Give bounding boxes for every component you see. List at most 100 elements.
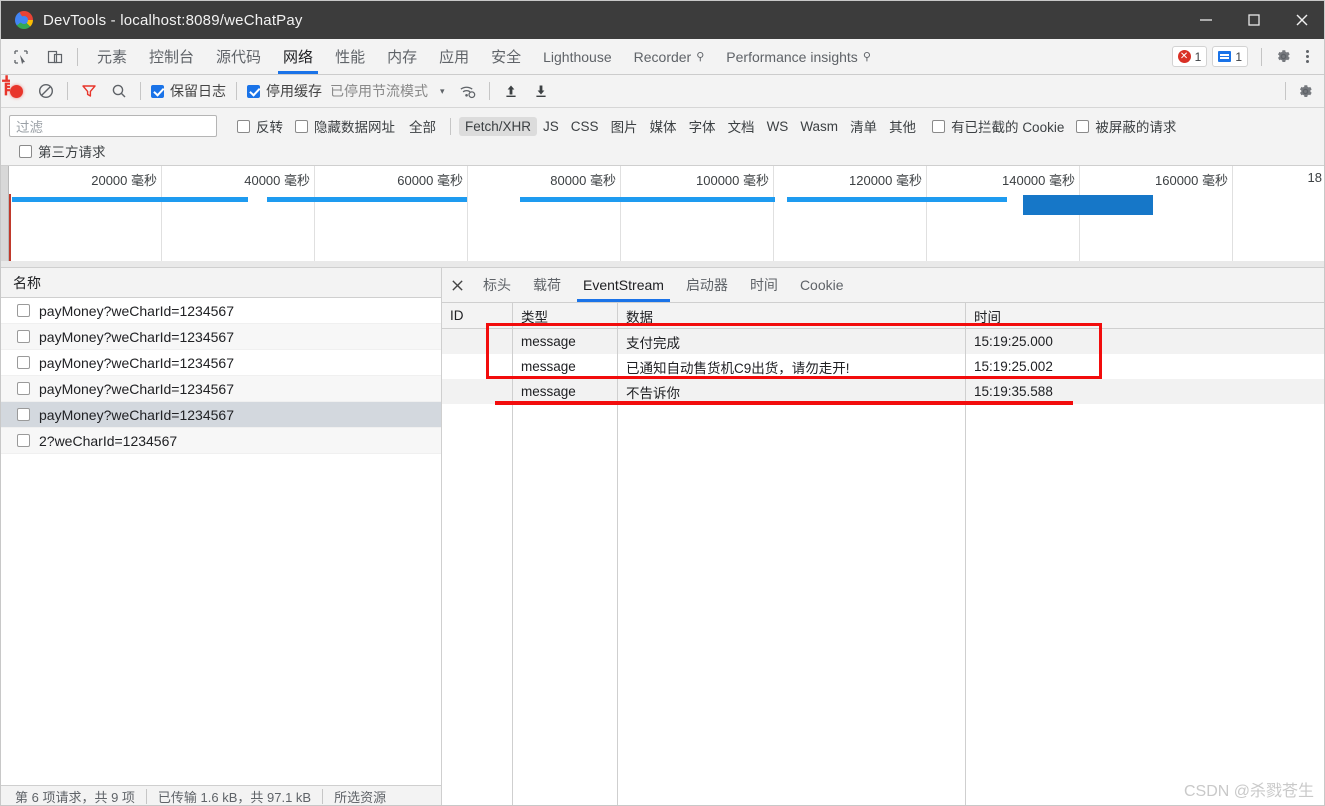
request-row[interactable]: payMoney?weCharId=1234567	[1, 376, 441, 402]
tab-sources[interactable]: 源代码	[205, 39, 272, 74]
network-settings-gear-icon[interactable]	[1292, 83, 1318, 100]
third-party-label: 第三方请求	[38, 145, 106, 160]
close-button[interactable]	[1278, 1, 1324, 39]
eventstream-row[interactable]: message 已通知自动售货机C9出货，请勿走开! 15:19:25.002	[442, 354, 1324, 379]
tab-label: Lighthouse	[543, 48, 612, 65]
hide-data-urls-checkbox[interactable]: 隐藏数据网址	[295, 116, 395, 136]
request-row[interactable]: payMoney?weCharId=1234567	[1, 298, 441, 324]
experiment-flask-icon: ⚲	[862, 51, 871, 63]
cell-id	[442, 379, 512, 404]
close-panel-icon[interactable]	[442, 268, 472, 302]
tab-network[interactable]: 网络	[272, 39, 324, 74]
search-icon[interactable]	[104, 77, 134, 105]
cell-id	[442, 329, 512, 354]
column-header-data[interactable]: 数据	[617, 303, 965, 328]
network-toolbar-right	[1279, 82, 1324, 100]
request-row[interactable]: payMoney?weCharId=1234567	[1, 324, 441, 350]
tab-security[interactable]: 安全	[480, 39, 532, 74]
type-filter-all[interactable]: 全部	[403, 114, 442, 138]
tab-application[interactable]: 应用	[428, 39, 480, 74]
filter-input[interactable]: 过滤	[9, 115, 217, 137]
type-filter-css[interactable]: CSS	[565, 117, 605, 136]
third-party-checkbox[interactable]: 第三方请求	[19, 141, 106, 161]
message-count-badge[interactable]: 1	[1212, 46, 1248, 67]
request-detail-panel: 标头 载荷 EventStream 启动器 时间 Cookie ID 类型 数据…	[442, 268, 1324, 805]
request-column-header[interactable]: 名称	[1, 268, 441, 298]
tab-timing[interactable]: 时间	[739, 268, 789, 302]
filter-row-secondary: 第三方请求	[1, 138, 1324, 164]
request-name: payMoney?weCharId=1234567	[39, 302, 234, 319]
tab-cookies[interactable]: Cookie	[789, 268, 855, 302]
request-checkbox[interactable]	[17, 382, 30, 395]
tab-initiator[interactable]: 启动器	[675, 268, 739, 302]
tab-performance-insights[interactable]: Performance insights ⚲	[715, 39, 882, 74]
maximize-button[interactable]	[1230, 1, 1278, 39]
column-header-type[interactable]: 类型	[512, 303, 617, 328]
chevron-down-icon[interactable]: ▾	[432, 86, 453, 97]
type-filter-other[interactable]: 其他	[883, 114, 922, 138]
cell-time: 15:19:35.588	[965, 379, 1324, 404]
tab-headers[interactable]: 标头	[472, 268, 522, 302]
tab-lighthouse[interactable]: Lighthouse	[532, 39, 623, 74]
title-bar: DevTools - localhost:8089/weChatPay	[1, 1, 1324, 39]
type-filter-img[interactable]: 图片	[605, 114, 644, 138]
timeline-left-handle[interactable]	[1, 166, 9, 267]
request-checkbox[interactable]	[17, 434, 30, 447]
request-row-selected[interactable]: payMoney?weCharId=1234567	[1, 402, 441, 428]
request-checkbox[interactable]	[17, 408, 30, 421]
timeline-tick: 120000 毫秒	[774, 166, 927, 267]
download-har-icon[interactable]	[526, 77, 556, 105]
tab-recorder[interactable]: Recorder ⚲	[623, 39, 716, 74]
inspect-element-icon[interactable]	[7, 43, 35, 71]
column-header-time[interactable]: 时间	[965, 303, 1324, 328]
minimize-button[interactable]	[1182, 1, 1230, 39]
filter-funnel-icon[interactable]	[74, 77, 104, 105]
timeline-tick: 100000 毫秒	[621, 166, 774, 267]
tab-payload[interactable]: 载荷	[522, 268, 572, 302]
detail-tab-bar: 标头 载荷 EventStream 启动器 时间 Cookie	[442, 268, 1324, 303]
error-count-badge[interactable]: ✕ 1	[1171, 46, 1208, 67]
blocked-requests-label: 被屏蔽的请求	[1095, 120, 1177, 135]
blocked-cookies-checkbox[interactable]: 有已拦截的 Cookie	[932, 116, 1064, 136]
network-overview-timeline[interactable]: 20000 毫秒 40000 毫秒 60000 毫秒 80000 毫秒 1000…	[1, 166, 1324, 268]
type-filter-manifest[interactable]: 清单	[844, 114, 883, 138]
disable-cache-checkbox[interactable]: 停用缓存	[243, 81, 326, 101]
gear-icon[interactable]	[1270, 48, 1296, 65]
clear-network-icon[interactable]	[31, 77, 61, 105]
preserve-log-checkbox[interactable]: 保留日志	[147, 81, 230, 101]
type-filter-wasm[interactable]: Wasm	[794, 117, 844, 136]
throttling-label[interactable]: 已停用节流模式	[326, 81, 432, 101]
type-filter-js[interactable]: JS	[537, 117, 565, 136]
tab-performance[interactable]: 性能	[324, 39, 376, 74]
column-header-id[interactable]: ID	[442, 303, 512, 328]
tab-memory[interactable]: 内存	[376, 39, 428, 74]
request-row[interactable]: payMoney?weCharId=1234567	[1, 350, 441, 376]
eventstream-row[interactable]: message 支付完成 15:19:25.000	[442, 329, 1324, 354]
request-checkbox[interactable]	[17, 356, 30, 369]
type-filter-font[interactable]: 字体	[683, 114, 722, 138]
status-resources: 所选资源	[334, 789, 387, 805]
eventstream-row[interactable]: message 不告诉你 15:19:35.588	[442, 379, 1324, 404]
annotation-clipped-character: 肯	[1, 69, 10, 103]
kebab-menu-icon[interactable]	[1296, 50, 1318, 63]
type-filter-ws[interactable]: WS	[761, 117, 795, 136]
tab-console[interactable]: 控制台	[138, 39, 205, 74]
checkbox-box	[1076, 119, 1090, 133]
blocked-requests-checkbox[interactable]: 被屏蔽的请求	[1076, 116, 1176, 136]
type-filter-fetchxhr[interactable]: Fetch/XHR	[459, 116, 538, 136]
invert-checkbox[interactable]: 反转	[237, 116, 283, 136]
upload-har-icon[interactable]	[496, 77, 526, 105]
type-filter-doc[interactable]: 文档	[722, 114, 761, 138]
device-toolbar-icon[interactable]	[41, 43, 69, 71]
network-conditions-icon[interactable]	[453, 77, 483, 105]
request-column-header-label: 名称	[13, 274, 41, 291]
cell-data: 支付完成	[617, 329, 965, 354]
tab-elements[interactable]: 元素	[86, 39, 138, 74]
request-checkbox[interactable]	[17, 330, 30, 343]
toolbar-divider-2	[140, 82, 141, 100]
tab-label: 源代码	[216, 49, 262, 66]
request-checkbox[interactable]	[17, 304, 30, 317]
request-row[interactable]: 2?weCharId=1234567	[1, 428, 441, 454]
tab-eventstream[interactable]: EventStream	[572, 268, 675, 302]
type-filter-media[interactable]: 媒体	[644, 114, 683, 138]
